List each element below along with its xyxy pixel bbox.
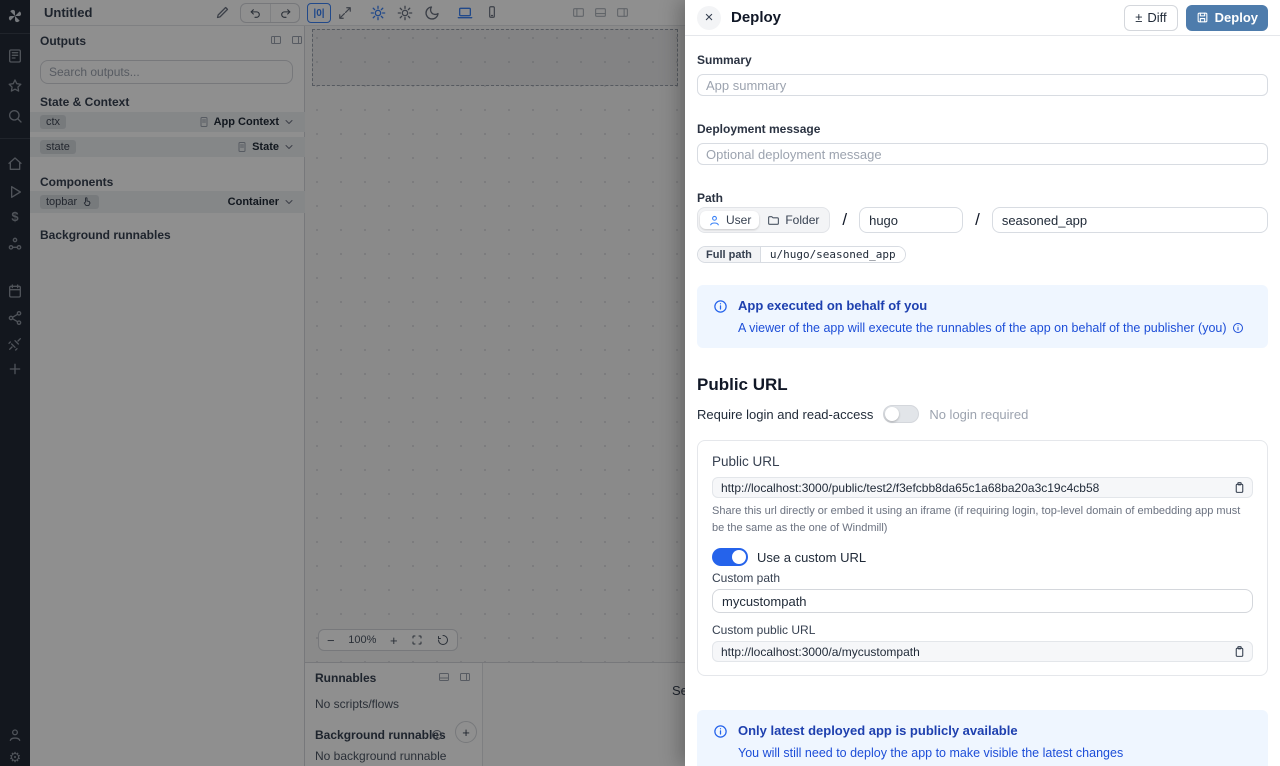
- share-hint: Share this url directly or embed it usin…: [712, 503, 1253, 537]
- owner-kind-toggle: User Folder: [697, 207, 830, 233]
- deployment-message-input[interactable]: [697, 143, 1268, 165]
- public-url-heading: Public URL: [697, 375, 1268, 395]
- deploy-drawer-body: Summary Deployment message Path User: [685, 53, 1280, 766]
- latest-deploy-info-box: Only latest deployed app is publicly ava…: [697, 710, 1268, 766]
- custom-path-input[interactable]: [712, 589, 1253, 613]
- owner-user-option[interactable]: User: [700, 211, 759, 229]
- require-login-row: Require login and read-access No login r…: [697, 405, 1268, 423]
- deployment-message-label: Deployment message: [697, 122, 1268, 136]
- plus-minus-icon: ±: [1135, 10, 1142, 25]
- no-login-label: No login required: [929, 407, 1028, 422]
- custom-url-toggle-row: Use a custom URL: [712, 548, 1253, 566]
- require-login-toggle[interactable]: [883, 405, 919, 423]
- custom-url-toggle-label: Use a custom URL: [757, 550, 866, 565]
- path-name-input[interactable]: [992, 207, 1268, 233]
- latest-info-body: You will still need to deploy the app to…: [738, 746, 1123, 760]
- info-icon: [713, 299, 728, 314]
- deploy-drawer-header: × Deploy ± Diff Deploy: [685, 0, 1280, 36]
- custom-path-label: Custom path: [712, 571, 1253, 585]
- folder-icon: [767, 214, 780, 227]
- latest-info-title: Only latest deployed app is publicly ava…: [738, 723, 1123, 738]
- copy-icon[interactable]: [1233, 645, 1246, 658]
- diff-button[interactable]: ± Diff: [1124, 5, 1177, 31]
- custom-public-url-input[interactable]: [712, 641, 1253, 662]
- user-icon: [708, 214, 721, 227]
- require-login-label: Require login and read-access: [697, 407, 873, 422]
- copy-icon[interactable]: [1233, 481, 1246, 494]
- summary-input[interactable]: [697, 74, 1268, 96]
- owner-folder-option[interactable]: Folder: [759, 211, 827, 229]
- modal-overlay[interactable]: [0, 0, 685, 766]
- drawer-title: Deploy: [731, 9, 781, 26]
- deploy-button[interactable]: Deploy: [1186, 5, 1268, 31]
- info-icon: [713, 724, 728, 739]
- path-owner-input[interactable]: [859, 207, 963, 233]
- path-row: User Folder / /: [697, 207, 1268, 233]
- full-path-label: Full path: [698, 247, 760, 262]
- path-separator: /: [842, 210, 847, 230]
- info-icon[interactable]: [1232, 322, 1244, 334]
- full-path-value: u/hugo/seasoned_app: [760, 247, 905, 262]
- public-url-label: Public URL: [712, 454, 1253, 469]
- windmill-app-editor: $ ⚙ Untitled: [0, 0, 1280, 766]
- behalf-info-title: App executed on behalf of you: [738, 298, 1244, 313]
- save-icon: [1196, 11, 1209, 24]
- path-separator: /: [975, 210, 980, 230]
- full-path-chip: Full path u/hugo/seasoned_app: [697, 246, 906, 263]
- behalf-info-body: A viewer of the app will execute the run…: [738, 321, 1227, 335]
- deploy-drawer: × Deploy ± Diff Deploy Summary Deploymen…: [685, 0, 1280, 766]
- path-label: Path: [697, 191, 1268, 205]
- public-url-card: Public URL Share this url directly or em…: [697, 440, 1268, 676]
- behalf-info-box: App executed on behalf of you A viewer o…: [697, 285, 1268, 348]
- custom-url-toggle[interactable]: [712, 548, 748, 566]
- summary-label: Summary: [697, 53, 1268, 67]
- public-url-input[interactable]: [712, 477, 1253, 498]
- custom-public-url-label: Custom public URL: [712, 623, 1253, 637]
- close-drawer-button[interactable]: ×: [697, 6, 721, 30]
